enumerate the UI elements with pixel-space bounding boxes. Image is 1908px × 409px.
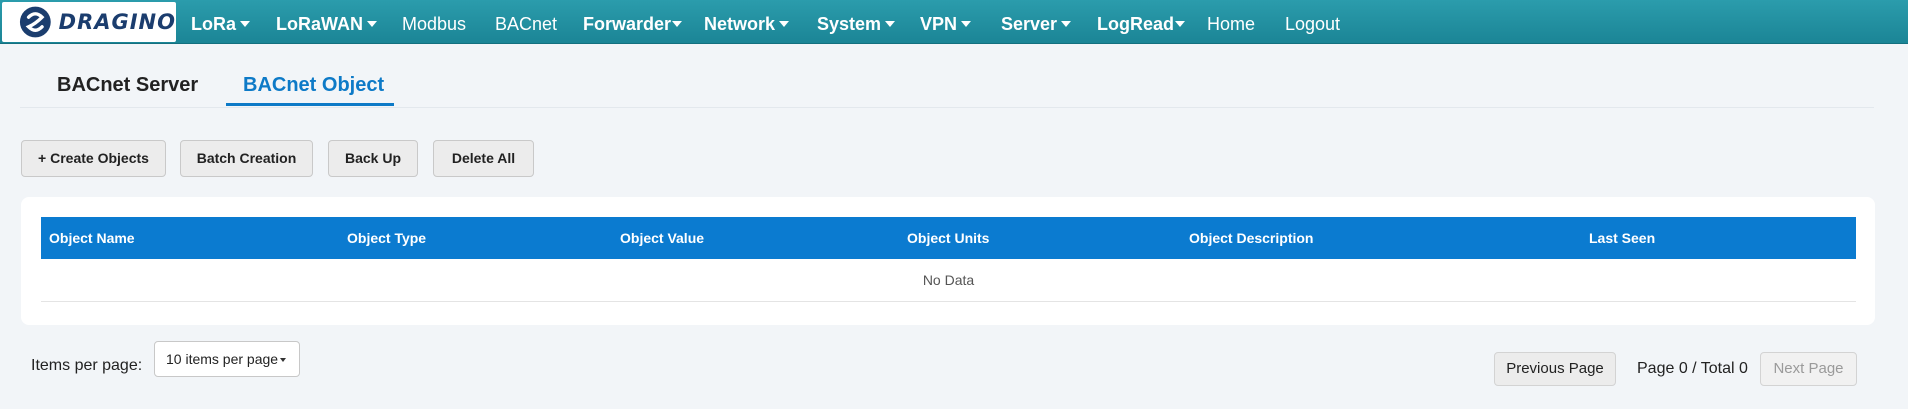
column-header-object-name: Object Name: [49, 230, 135, 246]
items-per-page-value: 10 items per page: [166, 351, 279, 367]
top-navbar: DRAGINO LoRa LoRaWAN Modbus BACnet Forwa…: [0, 0, 1908, 44]
tab-bacnet-object[interactable]: BACnet Object: [243, 74, 384, 97]
nav-server-label: Server: [1001, 14, 1058, 34]
nav-lorawan-label: LoRaWAN: [276, 14, 363, 34]
column-header-object-description: Object Description: [1189, 230, 1314, 246]
items-per-page-select[interactable]: 10 items per page: [154, 341, 300, 377]
nav-server-menu[interactable]: Server: [1001, 0, 1072, 44]
page-info: Page 0 / Total 0: [1637, 360, 1748, 377]
back-up-button[interactable]: Back Up: [328, 140, 418, 177]
chevron-down-icon: [367, 21, 377, 27]
nav-lora-label: LoRa: [191, 14, 236, 34]
dragino-logo-icon: [19, 6, 51, 38]
chevron-down-icon: [1175, 21, 1186, 27]
next-page-button[interactable]: Next Page: [1760, 352, 1857, 386]
table-header: Object Name Object Type Object Value Obj…: [41, 217, 1856, 259]
column-header-object-type: Object Type: [347, 230, 427, 246]
active-tab-indicator: [226, 103, 394, 106]
batch-creation-button[interactable]: Batch Creation: [180, 140, 313, 177]
create-objects-button[interactable]: + Create Objects: [21, 140, 166, 177]
nav-lora-menu[interactable]: LoRa: [191, 0, 250, 44]
chevron-down-icon: [885, 21, 896, 27]
nav-network-label: Network: [704, 14, 776, 34]
nav-lorawan-menu[interactable]: LoRaWAN: [276, 0, 377, 44]
nav-system-label: System: [817, 14, 882, 34]
tab-bacnet-server[interactable]: BACnet Server: [57, 74, 198, 97]
column-header-object-value: Object Value: [620, 230, 705, 246]
nav-system-menu[interactable]: System: [817, 0, 896, 44]
nav-modbus-link[interactable]: Modbus: [402, 0, 466, 44]
nav-logread-menu[interactable]: LogRead: [1097, 0, 1186, 44]
nav-forwarder-label: Forwarder: [583, 14, 672, 34]
nav-bacnet-link[interactable]: BACnet: [495, 0, 557, 44]
nav-logout-link[interactable]: Logout: [1285, 0, 1340, 44]
chevron-down-icon: [280, 358, 287, 362]
chevron-down-icon: [240, 21, 250, 27]
nav-logread-label: LogRead: [1097, 14, 1175, 34]
previous-page-button[interactable]: Previous Page: [1494, 352, 1616, 386]
column-header-last-seen: Last Seen: [1589, 230, 1656, 246]
brand-name: DRAGINO: [58, 10, 176, 34]
column-header-object-units: Object Units: [907, 230, 990, 246]
items-per-page-label: Items per page:: [31, 357, 143, 374]
empty-table-message: No Data: [41, 259, 1856, 302]
objects-table-card: Object Name Object Type Object Value Obj…: [21, 197, 1875, 325]
chevron-down-icon: [1061, 21, 1072, 27]
nav-network-menu[interactable]: Network: [704, 0, 790, 44]
chevron-down-icon: [779, 21, 790, 27]
chevron-down-icon: [961, 21, 972, 27]
dragino-logo[interactable]: DRAGINO: [2, 2, 176, 42]
nav-forwarder-menu[interactable]: Forwarder: [583, 0, 683, 44]
bacnet-tabs: BACnet Server BACnet Object: [20, 56, 1874, 108]
chevron-down-icon: [672, 21, 683, 27]
nav-vpn-menu[interactable]: VPN: [920, 0, 972, 44]
delete-all-button[interactable]: Delete All: [433, 140, 534, 177]
nav-home-link[interactable]: Home: [1207, 0, 1255, 44]
nav-vpn-label: VPN: [920, 14, 958, 34]
